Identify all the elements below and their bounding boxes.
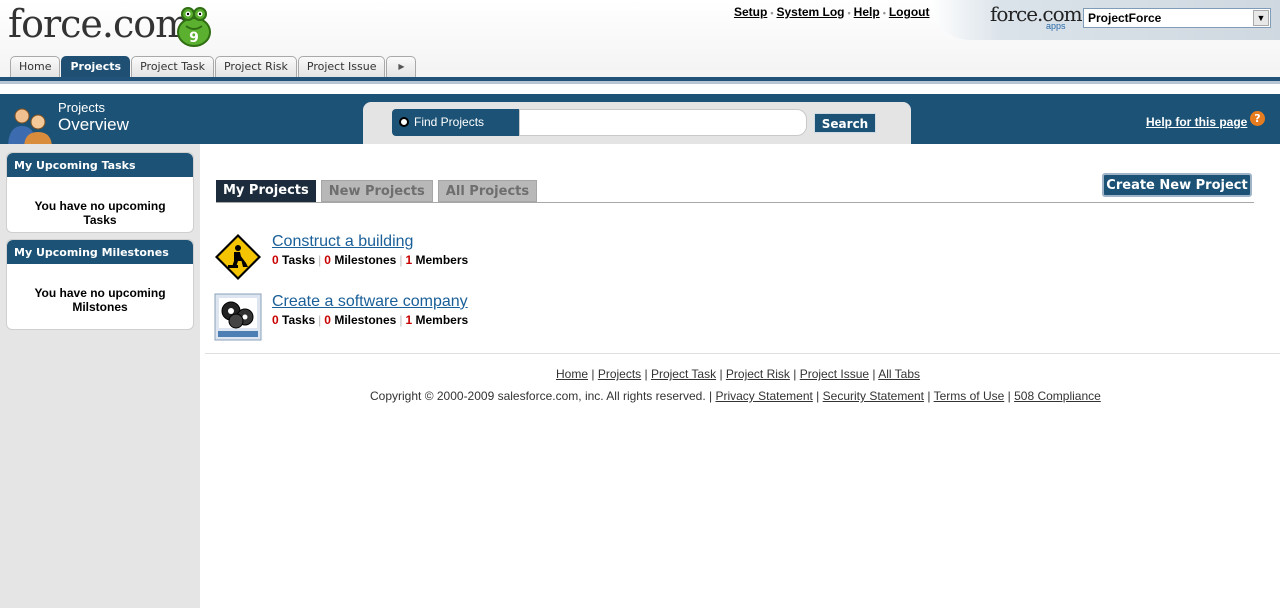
- more-tabs-arrow-icon[interactable]: ▶: [386, 56, 417, 78]
- upcoming-tasks-title: My Upcoming Tasks: [7, 153, 193, 177]
- apps-sub: apps: [1046, 21, 1066, 31]
- upcoming-milestones-title: My Upcoming Milestones: [7, 240, 193, 264]
- gears-icon: [214, 293, 262, 341]
- tab-projects[interactable]: Projects: [61, 56, 131, 78]
- project-stats: 0 Tasks | 0 Milestones | 1 Members: [272, 313, 469, 327]
- milestones-label: Milestones: [334, 313, 397, 327]
- search-button[interactable]: Search: [814, 113, 876, 133]
- logout-link[interactable]: Logout: [889, 5, 930, 19]
- help-icon[interactable]: ?: [1250, 111, 1265, 126]
- page-title: Projects Overview: [58, 100, 129, 134]
- people-icon: [8, 108, 52, 148]
- top-links: Setup • System Log • Help • Logout: [734, 5, 930, 19]
- copyright-text: Copyright © 2000-2009 salesforce.com, in…: [370, 389, 706, 403]
- milestone-count: 0: [324, 313, 331, 327]
- setup-link[interactable]: Setup: [734, 5, 767, 19]
- task-count: 0: [272, 253, 279, 267]
- footer-link-projects[interactable]: Projects: [598, 367, 641, 381]
- members-label: Members: [415, 313, 469, 327]
- tab-all-projects[interactable]: All Projects: [437, 180, 538, 202]
- search-icon: [399, 117, 409, 127]
- tasks-label: Tasks: [282, 253, 316, 267]
- privacy-statement-link[interactable]: Privacy Statement: [715, 389, 812, 403]
- member-count: 1: [405, 313, 413, 327]
- milestones-label: Milestones: [334, 253, 397, 267]
- force-logo[interactable]: force.com: [8, 2, 191, 46]
- tab-my-projects[interactable]: My Projects: [216, 180, 316, 202]
- sidebar: My Upcoming Tasks You have no upcoming T…: [0, 144, 200, 608]
- page-title-line2: Overview: [58, 115, 129, 134]
- tasks-label: Tasks: [282, 313, 316, 327]
- find-projects-label: Find Projects: [392, 109, 520, 136]
- header-divider-light: [0, 81, 1280, 84]
- copyright: Copyright © 2000-2009 salesforce.com, in…: [370, 389, 1101, 403]
- upcoming-tasks-text: You have no upcoming Tasks: [34, 199, 166, 227]
- create-new-project-button[interactable]: Create New Project: [1102, 173, 1252, 197]
- svg-text:9: 9: [189, 30, 199, 46]
- footer-link-project-task[interactable]: Project Task: [651, 367, 716, 381]
- help-for-page-link[interactable]: Help for this page: [1146, 115, 1247, 129]
- separator: •: [882, 8, 886, 18]
- tab-home[interactable]: Home: [10, 56, 61, 78]
- apps-logo: force.com: [990, 2, 1083, 26]
- page-title-line1: Projects: [58, 100, 105, 115]
- app-selector[interactable]: ProjectForce ▼: [1083, 8, 1271, 28]
- footer-divider: [205, 353, 1280, 354]
- footer-links: Home | Projects | Project Task | Project…: [556, 367, 921, 381]
- member-count: 1: [405, 253, 413, 267]
- app-selector-value: ProjectForce: [1088, 11, 1162, 25]
- mascot-logo-icon: 9: [177, 7, 211, 47]
- project-name-link[interactable]: Construct a building: [272, 233, 413, 251]
- main-tabs: Home Projects Project Task Project Risk …: [10, 56, 417, 78]
- chevron-down-icon[interactable]: ▼: [1253, 10, 1269, 26]
- task-count: 0: [272, 313, 279, 327]
- help-link[interactable]: Help: [854, 5, 880, 19]
- footer-link-project-issue[interactable]: Project Issue: [800, 367, 869, 381]
- upcoming-tasks-box: My Upcoming Tasks You have no upcoming T…: [6, 152, 194, 233]
- milestone-count: 0: [324, 253, 331, 267]
- upcoming-milestones-text: You have no upcoming Milstones: [34, 286, 166, 314]
- tabs-underline: [216, 202, 1254, 203]
- upcoming-milestones-box: My Upcoming Milestones You have no upcom…: [6, 239, 194, 330]
- footer-link-home[interactable]: Home: [556, 367, 588, 381]
- tab-new-projects[interactable]: New Projects: [320, 180, 433, 202]
- project-stats: 0 Tasks | 0 Milestones | 1 Members: [272, 253, 469, 267]
- 508-compliance-link[interactable]: 508 Compliance: [1014, 389, 1101, 403]
- footer-link-all-tabs[interactable]: All Tabs: [878, 367, 920, 381]
- project-view-tabs: My Projects New Projects All Projects: [216, 180, 542, 202]
- tab-project-task[interactable]: Project Task: [131, 56, 214, 78]
- find-label-text: Find Projects: [414, 115, 485, 129]
- members-label: Members: [415, 253, 469, 267]
- terms-of-use-link[interactable]: Terms of Use: [934, 389, 1005, 403]
- construction-sign-icon: [215, 234, 261, 280]
- tab-project-risk[interactable]: Project Risk: [214, 56, 297, 78]
- separator: •: [770, 8, 774, 18]
- footer-link-project-risk[interactable]: Project Risk: [726, 367, 790, 381]
- project-name-link[interactable]: Create a software company: [272, 293, 468, 311]
- tab-project-issue[interactable]: Project Issue: [297, 56, 386, 78]
- separator: •: [847, 8, 851, 18]
- system-log-link[interactable]: System Log: [777, 5, 845, 19]
- search-input[interactable]: [519, 109, 807, 136]
- security-statement-link[interactable]: Security Statement: [823, 389, 924, 403]
- logo-text: force.com: [8, 2, 191, 46]
